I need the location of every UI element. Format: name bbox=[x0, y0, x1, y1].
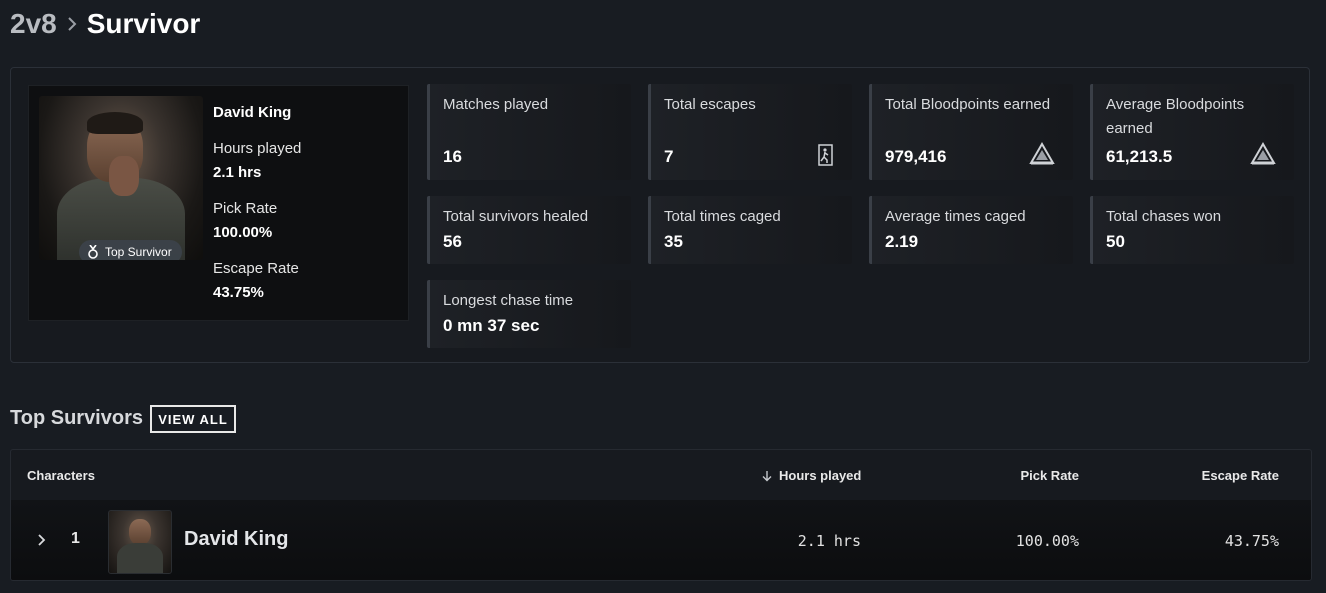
column-header-escape-rate[interactable]: Escape Rate bbox=[1202, 468, 1279, 483]
bloodpoints-icon bbox=[1029, 142, 1055, 171]
stat-value: 7 bbox=[664, 147, 674, 166]
stat-tile-matches-played: Matches played 16 bbox=[427, 84, 631, 180]
stat-value: 50 bbox=[1106, 232, 1125, 251]
stat-value: 2.19 bbox=[885, 232, 919, 251]
medal-icon bbox=[87, 245, 99, 259]
stat-value: 16 bbox=[443, 147, 462, 166]
stat-label: Total Bloodpoints earned bbox=[885, 96, 1051, 113]
stat-label: Longest chase time bbox=[443, 292, 574, 309]
stat-label: Average times caged bbox=[885, 208, 1026, 225]
stat-tile-times-caged: Total times caged 35 bbox=[648, 196, 852, 264]
character-card: Top Survivor David King Hours played 2.1… bbox=[28, 85, 409, 321]
stat-value: 56 bbox=[443, 232, 462, 251]
sort-descending-icon bbox=[761, 470, 773, 482]
stat-label: Matches played bbox=[443, 96, 549, 113]
row-rank: 1 bbox=[71, 530, 80, 547]
row-character-name[interactable]: David King bbox=[184, 528, 288, 551]
row-pick-rate: 100.00% bbox=[1015, 532, 1079, 550]
escape-rate-label: Escape Rate bbox=[213, 260, 299, 277]
top-survivors-table: Characters Hours played Pick Rate Escape… bbox=[10, 449, 1312, 581]
stat-label: Total escapes bbox=[664, 96, 756, 113]
stat-tile-survivors-healed: Total survivors healed 56 bbox=[427, 196, 631, 264]
chevron-right-icon bbox=[67, 16, 77, 32]
pick-rate-label: Pick Rate bbox=[213, 200, 278, 217]
stat-tile-longest-chase: Longest chase time 0 mn 37 sec bbox=[427, 280, 631, 348]
column-header-hours[interactable]: Hours played bbox=[761, 468, 861, 483]
character-name: David King bbox=[213, 104, 292, 121]
table-row[interactable]: 1 David King 2.1 hrs 100.00% 43.75% bbox=[11, 500, 1311, 580]
stat-tile-average-caged: Average times caged 2.19 bbox=[869, 196, 1073, 264]
character-portrait: Top Survivor bbox=[39, 96, 203, 260]
badge-label: Top Survivor bbox=[105, 245, 172, 259]
breadcrumb: 2v8 Survivor bbox=[10, 6, 200, 42]
stat-value: 61,213.5 bbox=[1106, 147, 1173, 166]
row-escape-rate: 43.75% bbox=[1224, 532, 1279, 550]
stat-tile-average-bloodpoints: Average Bloodpoints earned 61,213.5 bbox=[1090, 84, 1294, 180]
top-survivor-badge: Top Survivor bbox=[79, 240, 182, 260]
stat-value: 35 bbox=[664, 232, 683, 251]
bloodpoints-icon bbox=[1250, 142, 1276, 171]
stat-tile-total-bloodpoints: Total Bloodpoints earned 979,416 bbox=[869, 84, 1073, 180]
breadcrumb-mode-link[interactable]: 2v8 bbox=[10, 8, 57, 40]
exit-door-icon bbox=[816, 144, 834, 171]
stat-tile-total-escapes: Total escapes 7 bbox=[648, 84, 852, 180]
escape-rate-value: 43.75% bbox=[213, 284, 264, 301]
stat-label: Total chases won bbox=[1106, 208, 1222, 225]
chevron-right-icon[interactable] bbox=[37, 533, 47, 547]
stat-label: Average Bloodpoints earned bbox=[1106, 96, 1245, 137]
view-all-button[interactable]: VIEW ALL bbox=[150, 405, 236, 433]
stat-value: 979,416 bbox=[885, 147, 947, 166]
character-avatar bbox=[108, 510, 172, 574]
stat-label: Total times caged bbox=[664, 208, 781, 225]
stat-value: 0 mn 37 sec bbox=[443, 316, 540, 335]
column-header-characters[interactable]: Characters bbox=[27, 468, 95, 483]
stat-label: Total survivors healed bbox=[443, 208, 589, 225]
hours-played-label: Hours played bbox=[213, 140, 302, 157]
page-title: Survivor bbox=[86, 8, 201, 39]
row-hours: 2.1 hrs bbox=[797, 532, 861, 550]
section-title: Top Survivors bbox=[10, 407, 143, 429]
pick-rate-value: 100.00% bbox=[213, 224, 273, 241]
stat-tile-chases-won: Total chases won 50 bbox=[1090, 196, 1294, 264]
column-header-pick-rate[interactable]: Pick Rate bbox=[1020, 468, 1079, 483]
column-header-label: Hours played bbox=[779, 468, 862, 483]
hours-played-value: 2.1 hrs bbox=[213, 164, 262, 181]
